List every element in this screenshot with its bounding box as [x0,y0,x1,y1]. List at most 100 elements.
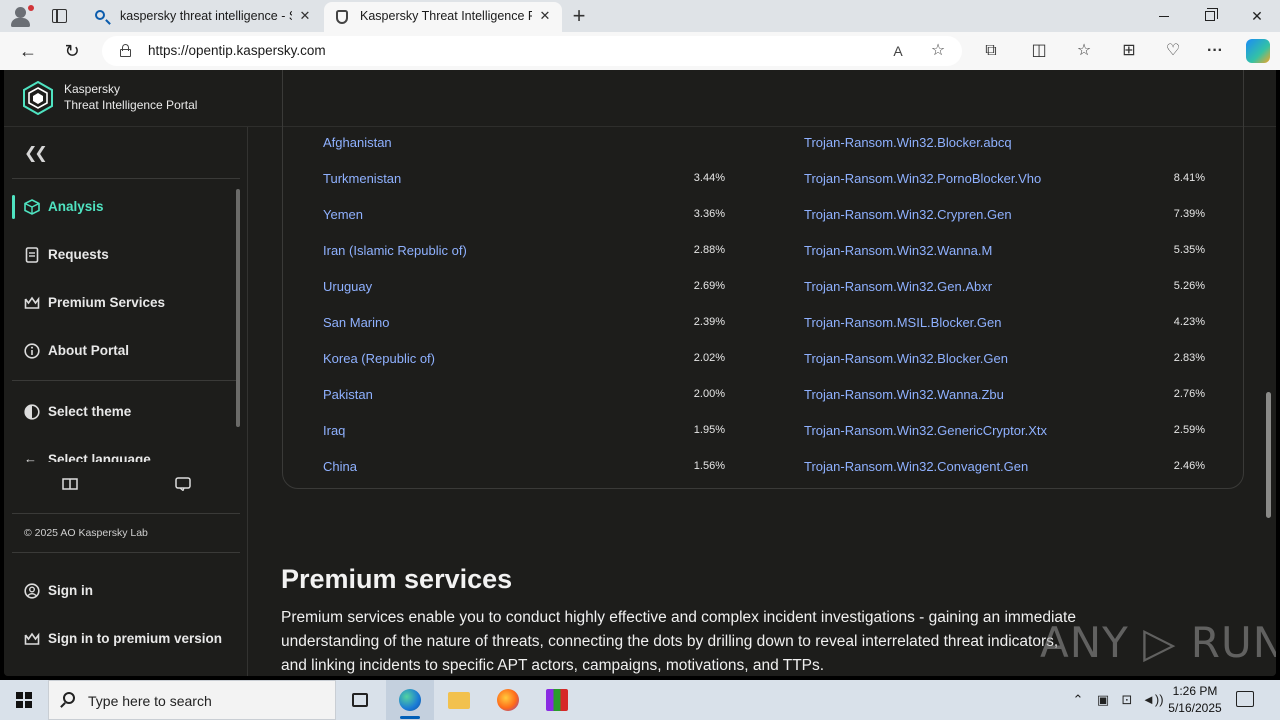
taskbar-firefox[interactable] [484,680,532,720]
taskbar-file-explorer[interactable] [435,680,483,720]
restore-button[interactable] [1187,0,1233,32]
anyrun-watermark: ANY ▷ RUN [1040,610,1276,670]
more-menu-icon[interactable]: ··· [1204,41,1226,61]
taskbar-winrar[interactable] [533,680,581,720]
select-theme-label: Select theme [48,404,132,419]
sidebar-item-label: Analysis [48,199,104,214]
sidebar-item-about-portal[interactable]: About Portal [12,331,234,371]
sign-in-premium-label: Sign in to premium version [48,631,223,646]
country-link[interactable]: Iran (Islamic Republic of) [323,243,467,258]
section-description: Premium services enable you to conduct h… [281,609,1076,674]
verdict-percentage: 8.41% [1173,172,1205,184]
sidebar-scrollbar[interactable] [236,189,240,427]
table-row: Yemen 3.36% Trojan-Ransom.Win32.Crypren.… [283,198,1243,234]
table-row: Uruguay 2.69% Trojan-Ransom.Win32.Gen.Ab… [283,270,1243,306]
country-link[interactable]: San Marino [323,315,389,330]
system-clock[interactable]: 1:26 PM 5/16/2025 [1162,683,1228,717]
edge-icon [399,689,421,711]
file-explorer-icon [448,692,470,709]
main-content: Afghanistan Trojan-Ransom.Win32.Blocker.… [248,70,1276,676]
tab-kaspersky-portal[interactable]: Kaspersky Threat Intelligence Por ✕ [324,2,562,32]
verdict-link[interactable]: Trojan-Ransom.MSIL.Blocker.Gen [804,315,1001,330]
extensions-icon[interactable]: ⧉ [980,41,1002,61]
verdict-link[interactable]: Trojan-Ransom.Win32.PornoBlocker.Vho [804,171,1041,186]
country-link[interactable]: Yemen [323,207,363,222]
sign-in-premium-button[interactable]: Sign in to premium version [12,619,234,659]
favorites-icon[interactable]: ☆ [1073,41,1095,61]
verdict-percentage: 5.26% [1173,280,1205,292]
read-aloud-icon[interactable]: A [888,41,908,61]
brand-name[interactable]: Kaspersky [64,82,120,96]
book-icon[interactable] [62,477,78,491]
kaspersky-logo-icon[interactable] [22,80,54,116]
tab-search-results[interactable]: kaspersky threat intelligence - Se ✕ [84,2,322,32]
select-theme-button[interactable]: Select theme [12,392,234,432]
tab-actions-icon[interactable] [52,9,67,23]
country-link[interactable]: Uruguay [323,279,372,294]
taskbar-edge[interactable] [386,680,434,720]
verdict-link[interactable]: Trojan-Ransom.Win32.Crypren.Gen [804,207,1012,222]
task-view-icon [352,693,368,707]
country-link[interactable]: China [323,459,357,474]
back-button[interactable]: ← [14,38,42,64]
sign-in-button[interactable]: Sign in [12,571,234,611]
verdict-link[interactable]: Trojan-Ransom.Win32.GenericCryptor.Xtx [804,423,1047,438]
show-hidden-icons-button[interactable]: ⌃ [1070,680,1086,720]
select-language-button[interactable]: ← Select language [12,440,234,462]
verdict-link[interactable]: Trojan-Ransom.Win32.Convagent.Gen [804,459,1028,474]
statistics-card: Afghanistan Trojan-Ransom.Win32.Blocker.… [282,70,1244,489]
divider [12,178,240,179]
country-link[interactable]: Korea (Republic of) [323,351,435,366]
volume-icon[interactable]: ◄)) [1142,680,1164,720]
verdict-link[interactable]: Trojan-Ransom.Win32.Wanna.Zbu [804,387,1004,402]
sidebar-item-analysis[interactable]: Analysis [12,187,234,227]
country-link[interactable]: Afghanistan [323,135,392,150]
sidebar-item-premium-services[interactable]: Premium Services [12,283,234,323]
performance-icon[interactable]: ♡ [1162,41,1184,61]
table-row: Iran (Islamic Republic of) 2.88% Trojan-… [283,234,1243,270]
tray-app-icon[interactable]: ▣ [1094,680,1112,720]
new-tab-button[interactable]: + [568,5,590,28]
address-bar[interactable]: https://opentip.kaspersky.com A ☆ [102,36,962,66]
reload-button[interactable]: ↻ [58,38,86,64]
verdict-percentage: 4.23% [1173,316,1205,328]
country-link[interactable]: Turkmenistan [323,171,401,186]
feedback-icon[interactable] [175,477,191,492]
country-link[interactable]: Iraq [323,423,345,438]
lock-icon[interactable] [120,44,131,57]
notifications-icon[interactable] [1236,691,1254,707]
copilot-icon[interactable] [1246,39,1270,63]
start-button[interactable] [0,680,48,720]
taskbar-search-box[interactable]: Type here to search [48,680,336,720]
verdict-link[interactable]: Trojan-Ransom.Win32.Gen.Abxr [804,279,992,294]
split-screen-icon[interactable]: ◫ [1028,41,1050,61]
verdict-link[interactable]: Trojan-Ransom.Win32.Blocker.Gen [804,351,1008,366]
verdict-link[interactable]: Trojan-Ransom.Win32.Blocker.abcq [804,135,1012,150]
country-link[interactable]: Pakistan [323,387,373,402]
watermark-text: ANY ▷ RUN [1040,618,1276,667]
country-percentage: 2.88% [693,244,725,256]
profile-avatar-icon[interactable] [8,4,34,28]
active-indicator [12,195,15,219]
task-view-button[interactable] [336,680,384,720]
network-icon[interactable]: ⊡ [1118,680,1136,720]
country-percentage: 2.02% [693,352,725,364]
collections-icon[interactable]: ⊞ [1118,41,1140,61]
table-row: Pakistan 2.00% Trojan-Ransom.Win32.Wanna… [283,378,1243,414]
close-tab-icon[interactable]: ✕ [536,7,554,25]
sidebar-item-requests[interactable]: Requests [12,235,234,275]
table-row: Turkmenistan 3.44% Trojan-Ransom.Win32.P… [283,162,1243,198]
verdict-link[interactable]: Trojan-Ransom.Win32.Wanna.M [804,243,992,258]
add-favorite-icon[interactable]: ☆ [928,41,948,61]
minimize-button[interactable] [1141,0,1187,32]
page-scrollbar[interactable] [1266,392,1271,518]
collapse-sidebar-icon[interactable]: ❮❮ [24,143,48,163]
crown-icon [24,631,40,647]
close-window-button[interactable]: ✕ [1234,0,1280,32]
url-text[interactable]: https://opentip.kaspersky.com [148,43,326,58]
close-tab-icon[interactable]: ✕ [296,7,314,25]
brand-subtitle[interactable]: Threat Intelligence Portal [64,98,197,112]
divider [12,513,240,514]
verdict-percentage: 2.46% [1173,460,1205,472]
user-icon [24,583,40,599]
